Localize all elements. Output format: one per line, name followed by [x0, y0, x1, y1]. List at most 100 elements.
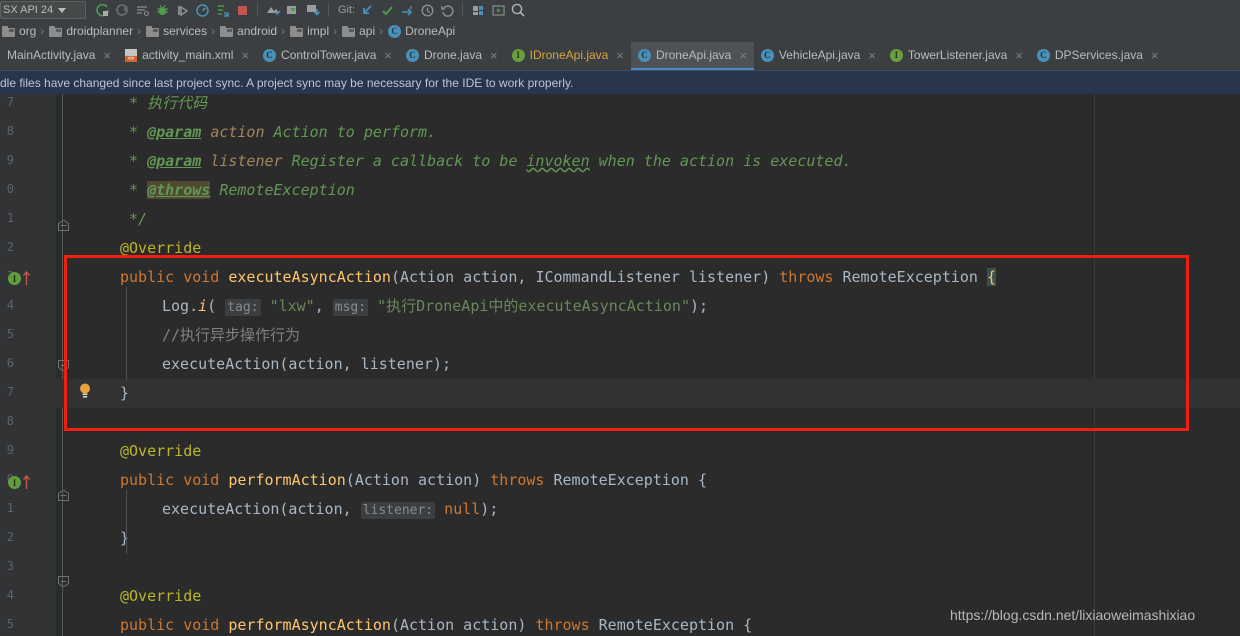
code-token: ( — [390, 268, 400, 286]
toolbar-divider — [462, 3, 464, 17]
class-icon: C — [760, 48, 774, 62]
lightbulb-icon — [80, 383, 90, 398]
editor-tab-controltower-java[interactable]: C ControlTower.java × — [256, 42, 399, 70]
fold-handle-icon[interactable] — [58, 218, 69, 236]
avd-manager-icon[interactable] — [263, 1, 283, 19]
class-icon: C — [388, 24, 402, 38]
sync-gradle-icon[interactable] — [303, 1, 323, 19]
profiler-icon[interactable] — [192, 1, 212, 19]
code-token: void — [183, 471, 220, 489]
editor-tab-idroneapi-java[interactable]: I IDroneApi.java × — [505, 42, 631, 70]
fold-handle-icon[interactable] — [58, 358, 69, 376]
editor-tab-towerlistener-java[interactable]: I TowerListener.java × — [883, 42, 1030, 70]
sdk-manager-icon[interactable] — [283, 1, 303, 19]
search-everywhere-icon[interactable] — [508, 1, 528, 19]
code-token: } — [120, 529, 130, 547]
code-token: * — [120, 94, 148, 112]
code-token: ( — [207, 297, 226, 315]
code-line[interactable]: //执行异步操作行为 — [162, 321, 300, 350]
code-line[interactable]: } — [120, 379, 129, 408]
editor-tab-dpservices-java[interactable]: C DPServices.java × — [1030, 42, 1166, 70]
close-icon[interactable]: × — [1015, 49, 1023, 62]
code-line[interactable]: public void executeAsyncAction(Action ac… — [120, 263, 997, 292]
git-label: Git: — [338, 4, 356, 16]
breadcrumb-item-org[interactable]: org — [0, 24, 37, 38]
code-line[interactable]: @Override — [120, 582, 201, 611]
editor-tab-label: IDroneApi.java — [529, 48, 609, 62]
close-icon[interactable]: × — [103, 49, 111, 62]
resume-icon[interactable] — [172, 1, 192, 19]
update-project-icon[interactable] — [357, 1, 377, 19]
layout-inspector-icon[interactable] — [468, 1, 488, 19]
sdk-selector-combo[interactable]: SX API 24 — [0, 1, 86, 19]
code-line[interactable]: } — [120, 524, 129, 553]
run-with-coverage-icon[interactable] — [92, 1, 112, 19]
editor-tab-activity_main-xml[interactable]: activity_main.xml × — [118, 42, 256, 70]
class-icon: C — [637, 48, 651, 62]
indent-guide — [126, 490, 127, 554]
gradle-sync-notification-bar[interactable]: dle files have changed since last projec… — [0, 70, 1240, 96]
close-icon[interactable]: × — [739, 49, 747, 62]
history-icon[interactable] — [417, 1, 437, 19]
stop-icon[interactable] — [232, 1, 252, 19]
breadcrumb-item-droidplanner[interactable]: droidplanner — [47, 24, 134, 38]
code-line[interactable]: * @param listener Register a callback to… — [120, 147, 852, 176]
code-line[interactable]: * @param action Action to perform. — [120, 118, 436, 147]
code-line[interactable]: @Override — [120, 437, 201, 466]
close-icon[interactable]: × — [490, 49, 498, 62]
code-token: ) — [761, 268, 780, 286]
toggle-lines-icon[interactable] — [132, 1, 152, 19]
editor-tab-drone-java[interactable]: C Drone.java × — [399, 42, 505, 70]
commit-icon[interactable] — [377, 1, 397, 19]
code-line[interactable]: Log.i( tag: "lxw", msg: "执行DroneApi中的exe… — [162, 292, 708, 321]
code-line[interactable]: public void performAsyncAction(Action ac… — [120, 611, 752, 636]
line-number: 5 — [6, 617, 14, 631]
breadcrumb-separator: › — [40, 24, 45, 38]
breadcrumb-item-services[interactable]: services — [144, 24, 208, 38]
line-number: 1 — [6, 211, 14, 225]
code-token: null — [444, 500, 481, 518]
breadcrumb-item-android[interactable]: android — [218, 24, 278, 38]
breadcrumb-item-api[interactable]: api — [340, 24, 376, 38]
code-line[interactable]: executeAction(action, listener); — [162, 350, 451, 379]
code-token: Log. — [162, 297, 199, 315]
run-icon[interactable] — [488, 1, 508, 19]
push-icon[interactable] — [397, 1, 417, 19]
revert-icon[interactable] — [437, 1, 457, 19]
editor-tab-vehicleapi-java[interactable]: C VehicleApi.java × — [754, 42, 883, 70]
code-line[interactable]: executeAction(action, listener: null); — [162, 495, 498, 524]
breadcrumb-item-droneapi[interactable]: C DroneApi — [386, 24, 456, 38]
code-token: @Override — [120, 239, 202, 257]
stop-coverage-icon[interactable] — [112, 1, 132, 19]
close-icon[interactable]: × — [384, 49, 392, 62]
close-icon[interactable]: × — [868, 49, 876, 62]
code-line[interactable]: * 执行代码 — [120, 94, 207, 118]
class-icon: C — [406, 48, 420, 62]
editor-gutter[interactable]: 7890123456789012345II — [0, 94, 56, 636]
editor-tab-droneapi-java[interactable]: C DroneApi.java × — [630, 42, 754, 70]
line-number: 5 — [6, 327, 14, 341]
code-line[interactable]: @Override — [120, 234, 201, 263]
code-token: @param — [147, 152, 202, 170]
apply-changes-icon[interactable] — [212, 1, 232, 19]
close-icon[interactable]: × — [241, 49, 249, 62]
close-icon[interactable]: × — [1151, 49, 1159, 62]
code-line[interactable]: */ — [120, 205, 147, 234]
debug-icon[interactable] — [152, 1, 172, 19]
close-icon[interactable]: × — [616, 49, 624, 62]
code-line[interactable]: * @throws RemoteException — [120, 176, 355, 205]
code-line[interactable]: public void performAction(Action action)… — [120, 466, 707, 495]
fold-handle-icon[interactable] — [58, 488, 69, 506]
implements-icon: I — [8, 272, 21, 285]
code-editor[interactable]: 7890123456789012345II * 执行代码 * @param ac… — [0, 94, 1240, 636]
editor-tab-mainactivity-java[interactable]: MainActivity.java × — [0, 42, 118, 70]
code-token: public — [120, 268, 175, 286]
code-content[interactable]: * 执行代码 * @param action Action to perform… — [56, 94, 1240, 636]
code-token: //执行异步操作行为 — [162, 326, 301, 344]
code-token: RemoteException — [589, 616, 744, 634]
intention-bulb-icon[interactable] — [78, 382, 92, 405]
breadcrumb-item-impl[interactable]: impl — [288, 24, 330, 38]
code-token: Action action — [399, 268, 518, 286]
fold-handle-icon[interactable] — [58, 574, 69, 592]
